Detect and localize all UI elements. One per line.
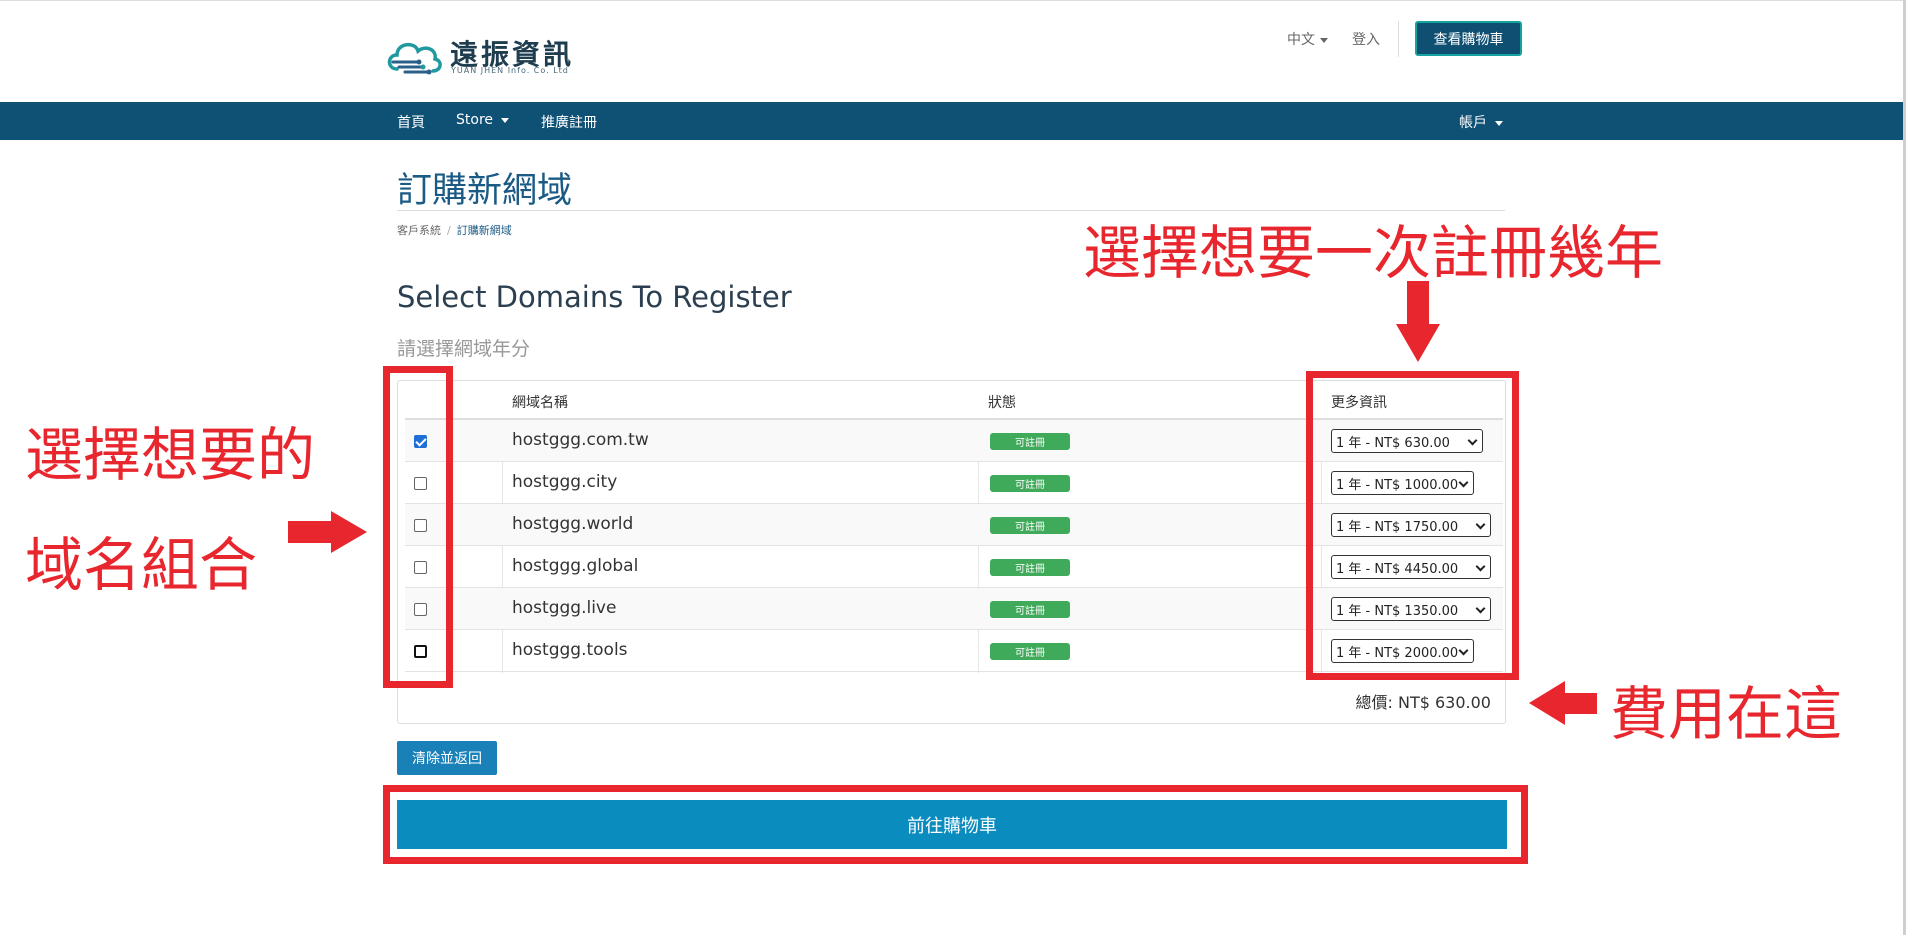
nav-item-label: 推廣註冊 [541,115,597,131]
nav-item-label: Store [456,112,494,128]
chevron-down-icon [1495,120,1503,126]
annotation-select-domains-line1: 選擇想要的 [25,421,316,489]
breadcrumb: 客戶系統 / 訂購新網域 [397,222,512,238]
status-badge: 可註冊 [990,517,1070,534]
column-header-status: 狀態 [988,395,1016,411]
domain-name: hostggg.com.tw [512,430,649,450]
annotation-fee-here: 費用在這 [1610,680,1843,748]
status-badge: 可註冊 [990,559,1070,576]
status-badge: 可註冊 [990,433,1070,450]
language-dropdown[interactable]: 中文 [1287,29,1328,49]
clear-and-back-button[interactable]: 清除並返回 [397,741,497,775]
chevron-down-icon [1320,37,1328,43]
total-price: 總價: NT$ 630.00 [1355,693,1491,712]
cloud-logo-icon [387,42,442,75]
breadcrumb-separator: / [447,224,451,237]
page-title: 訂購新網域 [397,171,573,211]
view-cart-button[interactable]: 查看購物車 [1415,21,1522,56]
annotation-box-checkboxes [383,366,453,688]
status-badge: 可註冊 [990,601,1070,618]
status-badge: 可註冊 [990,643,1070,660]
domain-name: hostggg.global [512,556,639,576]
column-header-domain: 網域名稱 [512,395,568,411]
arrow-right-icon [331,511,367,553]
nav-item-account[interactable]: 帳戶 [1459,112,1503,132]
site-header: 遠振資訊 YUAN JHEN Info. Co. Ltd 中文 登入 查看購物車 [0,0,1906,102]
arrow-down-icon [1407,281,1429,326]
breadcrumb-home[interactable]: 客戶系統 [397,224,441,237]
section-subtitle: 請選擇網域年分 [397,338,531,360]
header-divider [1398,21,1399,57]
logo-subtitle: YUAN JHEN Info. Co. Ltd [451,66,569,75]
login-link[interactable]: 登入 [1352,29,1380,49]
nav-item-affiliate[interactable]: 推廣註冊 [541,112,597,132]
annotation-box-checkout [383,785,1528,864]
domain-name: hostggg.tools [512,640,628,660]
nav-item-home[interactable]: 首頁 [397,112,425,132]
main-navbar: 首頁 Store 推廣註冊 帳戶 [0,102,1906,140]
annotation-select-years: 選擇想要一次註冊幾年 [1083,219,1664,287]
nav-item-label: 帳戶 [1459,115,1487,131]
domain-name: hostggg.world [512,514,634,534]
domain-name: hostggg.city [512,472,618,492]
breadcrumb-current: 訂購新網域 [456,224,512,237]
arrow-left-icon [1529,681,1565,725]
language-label: 中文 [1287,32,1315,48]
nav-item-label: 首頁 [397,115,425,131]
status-badge: 可註冊 [990,475,1070,492]
section-title: Select Domains To Register [397,280,792,314]
annotation-select-domains-line2: 域名組合 [25,531,258,599]
nav-item-store[interactable]: Store [456,112,510,128]
chevron-down-icon [501,117,510,123]
arrow-left-icon [1563,693,1597,714]
domain-name: hostggg.live [512,598,617,618]
arrow-down-icon [1396,324,1440,362]
arrow-right-icon [288,521,332,543]
annotation-box-periods [1306,371,1519,680]
site-logo[interactable]: 遠振資訊 YUAN JHEN Info. Co. Ltd [385,33,585,79]
